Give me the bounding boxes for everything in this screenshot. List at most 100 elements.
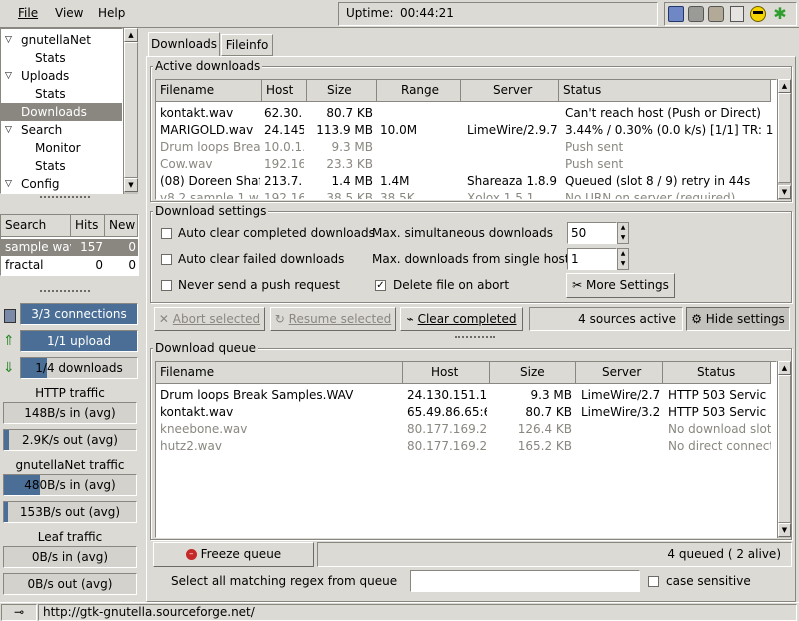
auto-clear-failed-checkbox[interactable] xyxy=(161,254,172,265)
scroll-down-icon[interactable]: ▼ xyxy=(778,523,791,537)
hide-settings-button[interactable]: ⚙ Hide settings xyxy=(686,307,790,331)
auto-clear-completed-checkbox[interactable] xyxy=(161,228,172,239)
col-new[interactable]: New xyxy=(105,215,138,237)
queue-scrollbar[interactable]: ▲ ▼ xyxy=(777,361,791,538)
gnet-out-meter: 153B/s out (avg) xyxy=(3,501,137,523)
http-in-meter: 148B/s in (avg) xyxy=(3,402,137,424)
tree-item-uploads[interactable]: ▽ Uploads xyxy=(1,67,122,85)
clear-completed-button[interactable]: ⌁ Clear completed xyxy=(400,307,523,331)
max-simultaneous-input[interactable]: 50 xyxy=(567,222,617,244)
leaf-icon[interactable]: ✱ xyxy=(772,6,788,22)
download-queue-title: Download queue xyxy=(153,341,259,355)
freeze-queue-button[interactable]: – Freeze queue xyxy=(153,542,314,567)
col-q-size[interactable]: Size xyxy=(490,362,576,384)
menu-help[interactable]: Help xyxy=(98,6,125,20)
spin-up-icon[interactable]: ▲ xyxy=(618,223,628,233)
col-size[interactable]: Size xyxy=(307,80,377,102)
search-row-fractal[interactable]: fractal 0 0 xyxy=(1,257,138,274)
col-q-status[interactable]: Status xyxy=(663,362,771,384)
col-q-host[interactable]: Host xyxy=(403,362,490,384)
stop-icon: – xyxy=(185,549,197,560)
scroll-down-icon[interactable]: ▼ xyxy=(778,185,791,199)
expander-icon[interactable]: ▽ xyxy=(5,121,12,139)
tree-item-net-stats[interactable]: Stats xyxy=(1,49,122,67)
expander-icon[interactable]: ▽ xyxy=(5,31,12,49)
download-row[interactable]: kontakt.wav 62.30. 80.7 KB Can't reach host… xyxy=(156,105,776,122)
queued-status: 4 queued ( 2 alive) xyxy=(317,542,792,567)
spin-down-icon[interactable]: ▼ xyxy=(618,233,628,243)
scroll-up-icon[interactable]: ▲ xyxy=(778,79,791,93)
col-host[interactable]: Host xyxy=(262,80,307,102)
queue-row[interactable]: kneebone.wav 80.177.169.23 126.4 KB No down… xyxy=(156,421,776,438)
delete-on-abort-checkbox[interactable]: ✓ xyxy=(375,280,386,291)
storage-icon[interactable] xyxy=(688,6,704,22)
download-server xyxy=(467,139,557,156)
scroll-up-icon[interactable]: ▲ xyxy=(778,361,791,375)
gnet-in-meter: 480B/s in (avg) xyxy=(3,474,137,496)
download-row[interactable]: v8.2 sample 1.wa 192.16 38.5 KB 38.5K Xolox … xyxy=(156,190,776,199)
queue-row[interactable]: kontakt.wav 65.49.86.65:6 80.7 KB LimeWire/… xyxy=(156,404,776,421)
spin-down-icon[interactable]: ▼ xyxy=(618,259,628,269)
scroll-thumb[interactable] xyxy=(778,93,791,183)
abort-selected-button[interactable]: ✕ Abort selected xyxy=(154,307,265,331)
filter-icon[interactable] xyxy=(708,6,724,22)
scroll-down-icon[interactable]: ▼ xyxy=(124,178,138,192)
tree-item-search[interactable]: ▽ Search xyxy=(1,121,122,139)
max-simultaneous-spin[interactable]: ▲ ▼ xyxy=(617,222,629,244)
download-range xyxy=(380,105,458,122)
spin-up-icon[interactable]: ▲ xyxy=(618,249,628,259)
tree-scrollbar[interactable]: ▲ ▼ xyxy=(123,28,138,194)
max-single-host-spin[interactable]: ▲ ▼ xyxy=(617,248,629,270)
download-row[interactable]: Drum loops Breal 10.0.1. 9.3 MB Push sent xyxy=(156,139,776,156)
more-settings-button[interactable]: ✂ More Settings xyxy=(566,273,675,298)
max-single-host-input[interactable]: 1 xyxy=(567,248,617,270)
tab-downloads[interactable]: Downloads xyxy=(148,32,220,57)
auto-clear-failed-label: Auto clear failed downloads xyxy=(178,252,345,266)
tree-item-upload-stats[interactable]: Stats xyxy=(1,85,122,103)
smiley-icon[interactable] xyxy=(750,6,766,22)
tree-item-config[interactable]: ▽ Config xyxy=(1,175,122,193)
col-hits[interactable]: Hits xyxy=(71,215,105,237)
settings-icon: ⚙ xyxy=(691,312,702,326)
tab-fileinfo[interactable]: Fileinfo xyxy=(221,34,273,56)
download-size: 23.3 KB xyxy=(326,157,373,171)
expander-icon[interactable]: ▽ xyxy=(5,175,12,193)
pane-grip[interactable] xyxy=(40,196,90,200)
download-row[interactable]: (08) Doreen Shaf 213.7. 1.4 MB 1.4M Shareaza… xyxy=(156,173,776,190)
search-row-sample[interactable]: sample wav 157 0 xyxy=(1,239,138,256)
col-q-server[interactable]: Server xyxy=(576,362,663,384)
tree-item-downloads[interactable]: Downloads xyxy=(1,103,122,121)
scroll-thumb[interactable] xyxy=(124,42,138,178)
case-sensitive-checkbox[interactable] xyxy=(648,576,659,587)
queue-row[interactable]: hutz2.wav 80.177.169.23 165.2 KB No direct … xyxy=(156,438,776,455)
pane-grip[interactable] xyxy=(455,336,495,340)
download-row[interactable]: Cow.wav 192.16 23.3 KB Push sent xyxy=(156,156,776,173)
col-q-filename[interactable]: Filename xyxy=(156,362,403,384)
col-filename[interactable]: Filename xyxy=(156,80,262,102)
expander-icon[interactable]: ▽ xyxy=(5,67,12,85)
col-range[interactable]: Range xyxy=(377,80,461,102)
col-server[interactable]: Server xyxy=(461,80,559,102)
download-server: LimeWire/2.9.7 xyxy=(467,123,557,137)
download-range xyxy=(380,139,458,156)
tree-item-search-stats[interactable]: Stats xyxy=(1,157,122,175)
col-search[interactable]: Search xyxy=(1,215,71,237)
regex-input[interactable] xyxy=(410,570,640,592)
resume-selected-button[interactable]: ↻ Resume selected xyxy=(270,307,396,331)
network-icon[interactable] xyxy=(668,6,684,22)
file-icon[interactable] xyxy=(730,6,744,22)
col-status[interactable]: Status xyxy=(559,80,771,102)
scroll-thumb[interactable] xyxy=(778,375,791,523)
tree-item-gnutellanet[interactable]: ▽ gnutellaNet xyxy=(1,31,122,49)
connection-plug-icon[interactable]: ⊸ xyxy=(1,604,37,621)
queue-row[interactable]: Drum loops Break Samples.WAV 24.130.151.1… xyxy=(156,387,776,404)
download-row[interactable]: MARIGOLD.wav 24.145 113.9 MB 10.0M LimeWire/… xyxy=(156,122,776,139)
tree-item-monitor[interactable]: Monitor xyxy=(1,139,122,157)
menu-file[interactable]: File xyxy=(18,6,38,20)
download-host: 62.30. xyxy=(264,106,303,120)
scroll-up-icon[interactable]: ▲ xyxy=(124,28,138,42)
menu-view[interactable]: View xyxy=(55,6,83,20)
active-scrollbar[interactable]: ▲ ▼ xyxy=(777,79,791,200)
never-push-checkbox[interactable] xyxy=(161,280,172,291)
pane-grip[interactable] xyxy=(40,290,90,294)
